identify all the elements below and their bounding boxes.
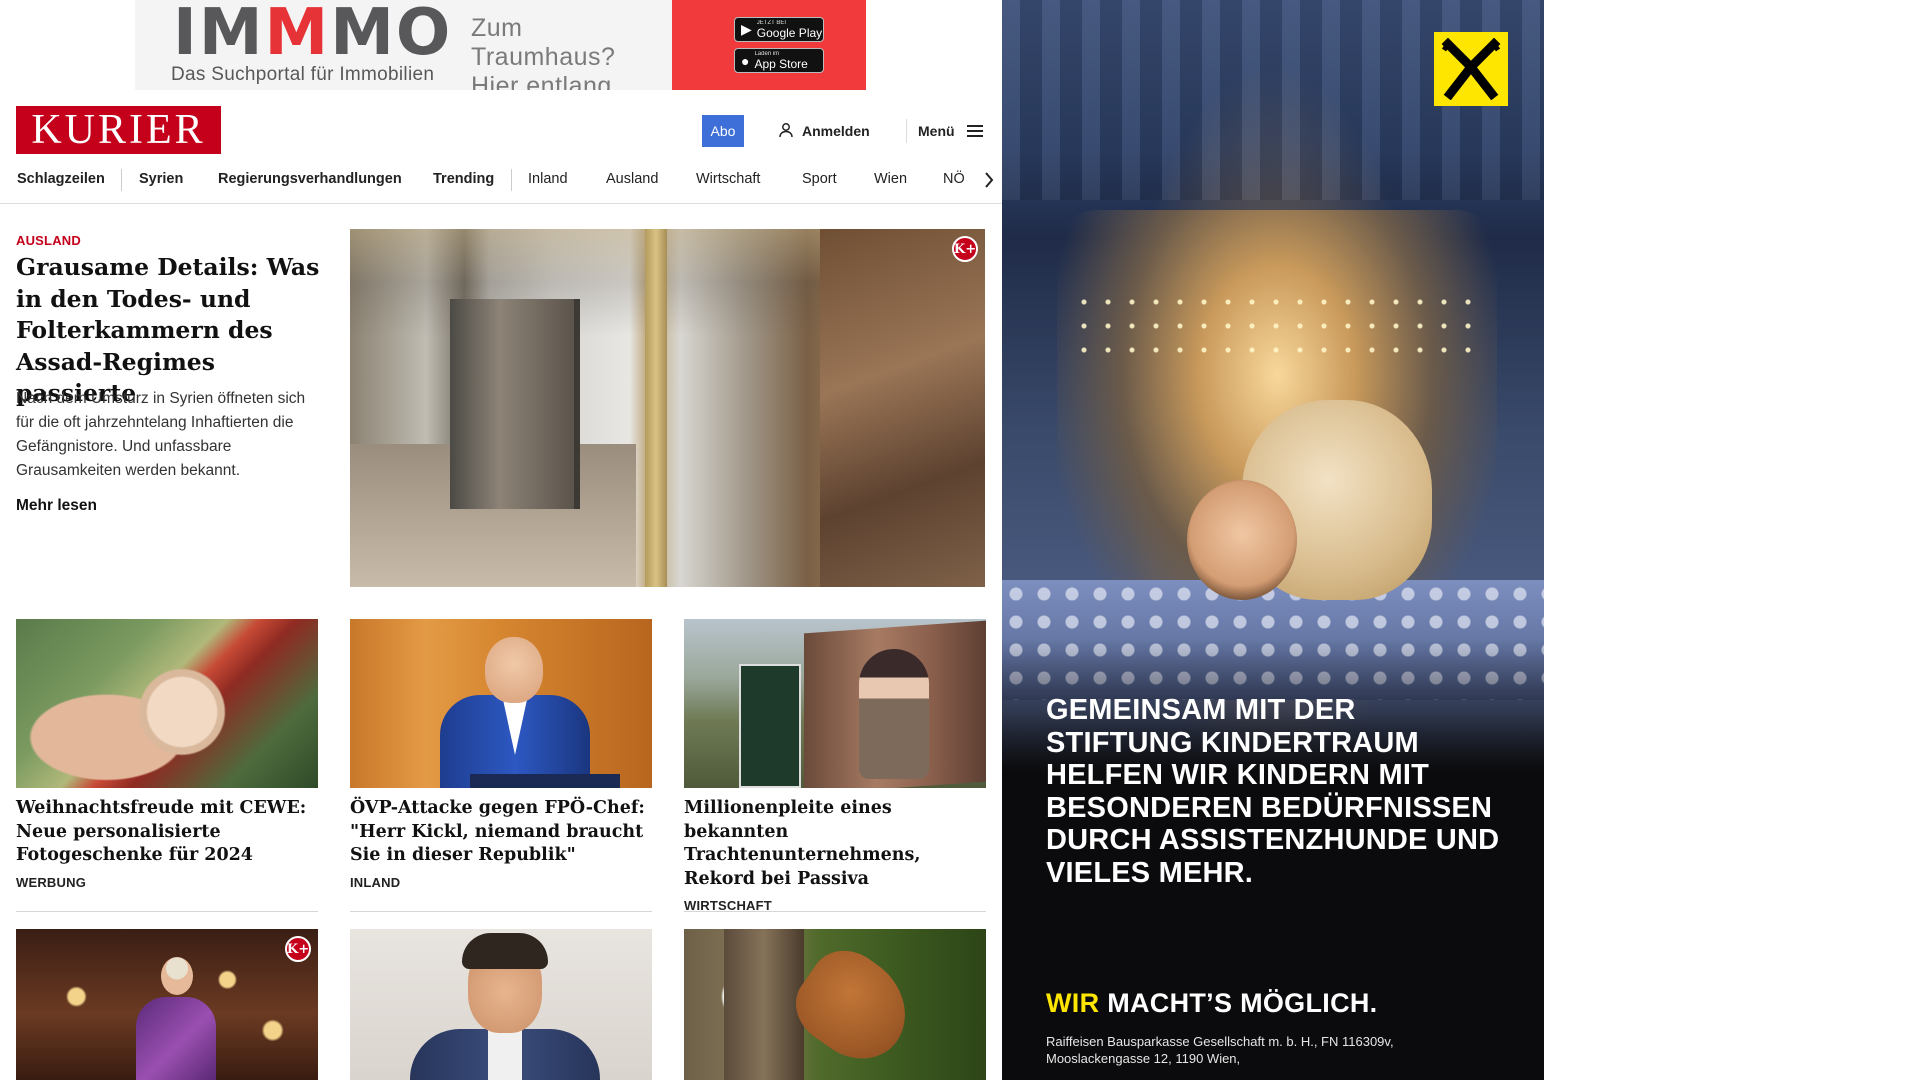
read-more-link[interactable]: Mehr lesen bbox=[16, 497, 97, 515]
google-play-icon: ▶ bbox=[741, 21, 752, 37]
article-thumbnail[interactable]: K+ bbox=[16, 929, 318, 1080]
ad-child bbox=[1187, 480, 1297, 600]
article-card[interactable]: K+ bbox=[16, 929, 318, 1080]
menu-button[interactable]: Menü bbox=[918, 115, 983, 147]
thumbnail-sign bbox=[739, 664, 801, 788]
article-card[interactable]: Millionenpleite eines bekannten Trachten… bbox=[684, 619, 986, 913]
immmo-cta-line1: Zum Traumhaus? bbox=[471, 14, 616, 71]
ad-legal-line: Mooslackengasse 12, 1190 Wien, bbox=[1046, 1051, 1241, 1066]
article-card[interactable] bbox=[684, 929, 986, 1080]
article-thumbnail[interactable] bbox=[16, 619, 318, 788]
user-icon bbox=[778, 122, 794, 141]
nav-scroll-right-button[interactable] bbox=[962, 163, 1002, 201]
ad-legal-text: Raiffeisen Bausparkasse Gesellschaft m. … bbox=[1046, 1033, 1486, 1067]
immmo-tagline: Das Suchportal für Immobilien bbox=[171, 64, 435, 85]
nav-item-wien[interactable]: Wien bbox=[874, 171, 907, 187]
nav-separator bbox=[121, 169, 122, 191]
premium-badge-icon: K+ bbox=[285, 936, 311, 962]
nav-item-schlagzeilen[interactable]: Schlagzeilen bbox=[17, 171, 105, 187]
main-navigation: Schlagzeilen Syrien Regierungsverhandlun… bbox=[0, 163, 1002, 204]
nav-item-regierungsverhandlungen[interactable]: Regierungsverhandlungen bbox=[218, 171, 402, 187]
immmo-cta: Zum Traumhaus? Hier entlang. bbox=[471, 14, 672, 90]
nav-separator bbox=[511, 169, 512, 191]
kurier-logo[interactable]: KURIER bbox=[16, 106, 221, 154]
nav-item-syrien[interactable]: Syrien bbox=[139, 171, 183, 187]
ad-legal-line: Raiffeisen Bausparkasse Gesellschaft m. … bbox=[1046, 1034, 1394, 1049]
hero-image-post bbox=[645, 229, 667, 587]
article-title[interactable]: Millionenpleite eines bekannten Trachten… bbox=[684, 797, 986, 891]
raiffeisen-logo-icon bbox=[1434, 32, 1508, 106]
top-banner-ad[interactable]: IMMMO Das Suchportal für Immobilien Zum … bbox=[135, 0, 866, 90]
thumbnail-figure bbox=[859, 649, 929, 779]
hero-image[interactable]: K+ bbox=[350, 229, 985, 587]
nav-item-inland[interactable]: Inland bbox=[528, 171, 568, 187]
hero-teaser: Nach dem Umsturz in Syrien öffneten sich… bbox=[16, 390, 306, 479]
google-play-button[interactable]: ▶ JETZT BEI Google Play bbox=[734, 17, 824, 42]
article-card[interactable]: ÖVP-Attacke gegen FPÖ-Chef: "Herr Kickl,… bbox=[350, 619, 652, 890]
thumbnail-lectern bbox=[470, 774, 620, 788]
immmo-cta-line2: Hier entlang. bbox=[471, 72, 620, 90]
thumbnail-person bbox=[440, 637, 590, 788]
ad-slogan-rest: MACHT’S MÖGLICH. bbox=[1099, 988, 1378, 1018]
card-divider bbox=[684, 911, 986, 912]
hamburger-icon bbox=[966, 125, 983, 137]
ad-slogan: WIR MACHT’S MÖGLICH. bbox=[1046, 988, 1377, 1019]
google-play-small: JETZT BEI bbox=[756, 19, 787, 26]
google-play-label: Google Play bbox=[756, 25, 823, 40]
article-section-label: INLAND bbox=[350, 874, 401, 890]
card-divider bbox=[350, 911, 652, 912]
article-thumbnail[interactable] bbox=[350, 929, 652, 1080]
app-store-label: App Store bbox=[754, 56, 808, 71]
nav-item-wirtschaft[interactable]: Wirtschaft bbox=[696, 171, 760, 187]
ad-slogan-highlight: WIR bbox=[1046, 988, 1100, 1018]
immmo-ad-left: IMMMO Das Suchportal für Immobilien Zum … bbox=[135, 0, 672, 90]
menu-label: Menü bbox=[918, 123, 955, 139]
app-store-small: Laden im bbox=[754, 50, 780, 57]
article-thumbnail[interactable] bbox=[684, 929, 986, 1080]
article-title[interactable]: ÖVP-Attacke gegen FPÖ-Chef: "Herr Kickl,… bbox=[350, 797, 652, 868]
apple-icon: ● bbox=[741, 52, 750, 69]
header-divider bbox=[906, 119, 907, 143]
card-divider bbox=[16, 911, 318, 912]
hero-headline[interactable]: Grausame Details: Was in den Todes- und … bbox=[16, 252, 321, 410]
article-section-label: WERBUNG bbox=[16, 874, 87, 890]
raiffeisen-side-ad[interactable]: Gemeinsam mit der Stiftung Kindertraum h… bbox=[1002, 0, 1544, 1080]
thumbnail-person bbox=[136, 957, 216, 1080]
nav-item-sport[interactable]: Sport bbox=[802, 171, 837, 187]
nav-item-ausland[interactable]: Ausland bbox=[606, 171, 658, 187]
hero-image-rust bbox=[820, 229, 985, 587]
app-store-text: Laden im App Store bbox=[754, 51, 807, 71]
login-label: Anmelden bbox=[802, 123, 870, 139]
immmo-ad-right: ▶ JETZT BEI Google Play ● Laden im App Sto… bbox=[672, 0, 866, 90]
google-play-text: JETZT BEI Google Play bbox=[757, 20, 822, 40]
nav-item-trending[interactable]: Trending bbox=[433, 171, 494, 187]
immmo-logo: IMMMO bbox=[173, 0, 453, 70]
abo-button[interactable]: Abo bbox=[702, 115, 744, 147]
article-card[interactable] bbox=[350, 929, 652, 1080]
hero-image-door bbox=[450, 299, 580, 509]
chevron-right-icon bbox=[984, 171, 994, 193]
app-store-button[interactable]: ● Laden im App Store bbox=[734, 48, 824, 73]
login-button[interactable]: Anmelden bbox=[778, 115, 870, 147]
article-title[interactable]: Weihnachtsfreude mit CEWE: Neue personal… bbox=[16, 797, 318, 868]
ad-headline: Gemeinsam mit der Stiftung Kindertraum h… bbox=[1046, 694, 1500, 889]
premium-badge-icon: K+ bbox=[952, 236, 978, 262]
article-thumbnail[interactable] bbox=[350, 619, 652, 788]
ad-fairy-lights bbox=[1072, 290, 1482, 370]
article-thumbnail[interactable] bbox=[684, 619, 986, 788]
hero-section-label[interactable]: AUSLAND bbox=[16, 233, 81, 248]
article-card[interactable]: Weihnachtsfreude mit CEWE: Neue personal… bbox=[16, 619, 318, 890]
